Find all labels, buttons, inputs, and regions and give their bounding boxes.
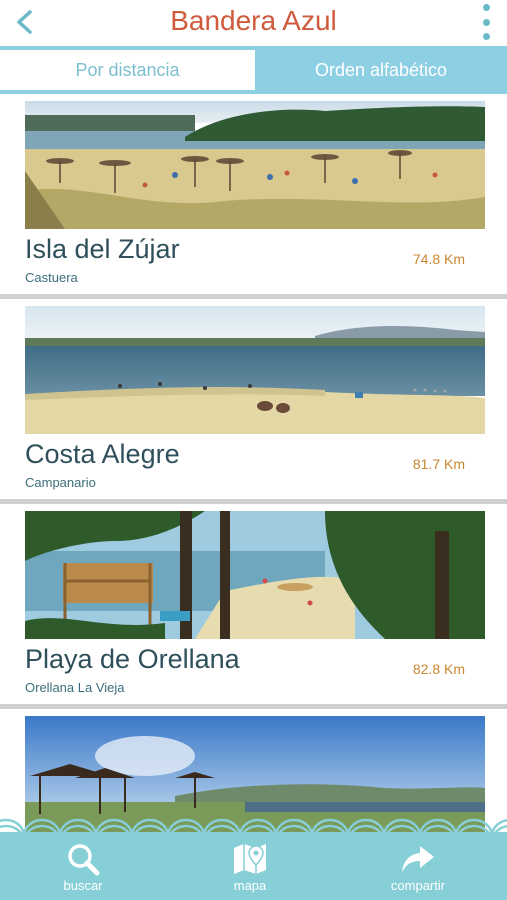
app-header: Bandera Azul xyxy=(0,0,507,46)
bottom-bar: buscar mapa compartir xyxy=(0,812,507,900)
beach-distance: 81.7 Km xyxy=(412,456,465,472)
list-item[interactable]: Isla del Zújar Castuera 74.8 Km xyxy=(0,94,507,299)
list-item[interactable]: Costa Alegre Campanario 81.7 Km xyxy=(0,299,507,504)
beach-town: Orellana La Vieja xyxy=(25,680,125,695)
page-title: Bandera Azul xyxy=(170,5,337,36)
share-label: compartir xyxy=(390,878,446,893)
bottom-nav: buscar mapa compartir xyxy=(0,840,507,900)
map-button[interactable]: mapa xyxy=(205,842,295,900)
beach-photo xyxy=(25,511,485,639)
beach-name: Playa de Orellana xyxy=(25,644,240,674)
tab-por-distancia[interactable]: Por distancia xyxy=(0,50,255,90)
beach-distance: 82.8 Km xyxy=(412,661,465,677)
search-button[interactable]: buscar xyxy=(38,842,128,900)
list-item[interactable]: Playa de Orellana Orellana La Vieja 82.8… xyxy=(0,504,507,709)
beach-town: Campanario xyxy=(25,475,96,490)
share-button[interactable]: compartir xyxy=(373,842,463,900)
search-icon xyxy=(68,844,100,876)
beach-name: Isla del Zújar xyxy=(25,234,180,264)
more-vertical-icon xyxy=(482,4,490,11)
beach-distance: 74.8 Km xyxy=(412,251,465,267)
beach-photo xyxy=(25,101,485,229)
beach-name: Costa Alegre xyxy=(25,439,180,469)
beach-list: Isla del Zújar Castuera 74.8 Km Costa Al… xyxy=(0,94,507,840)
tab-orden-alfabetico[interactable]: Orden alfabético xyxy=(255,50,507,90)
beach-town: Castuera xyxy=(25,270,78,285)
overflow-menu-button[interactable] xyxy=(479,4,493,40)
map-label: mapa xyxy=(233,878,267,893)
beach-photo xyxy=(25,306,485,434)
search-label: buscar xyxy=(63,878,103,893)
share-icon xyxy=(402,846,434,872)
sort-tabs: Por distancia Orden alfabético xyxy=(0,46,507,94)
wave-decoration xyxy=(0,818,507,842)
map-icon xyxy=(234,844,266,874)
